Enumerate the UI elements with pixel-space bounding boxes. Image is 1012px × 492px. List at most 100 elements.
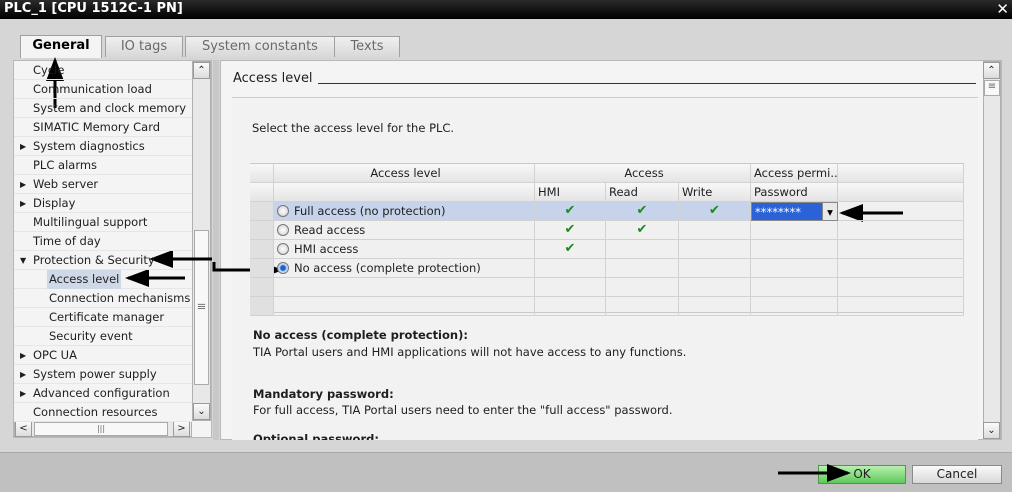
access-level-option[interactable]: Full access (no protection) (274, 202, 535, 221)
tree-item-label: System and clock memory (33, 101, 187, 115)
tree-item[interactable]: ▶ Display (14, 194, 192, 213)
checkmark-icon: ✔ (535, 202, 606, 221)
scroll-up-button[interactable]: ⌃ (193, 62, 210, 79)
password-value[interactable]: ******** (755, 205, 801, 219)
row-header[interactable] (250, 221, 274, 240)
radio-button[interactable] (277, 205, 289, 217)
checkmark-icon: ✔ (535, 221, 606, 240)
panel-scroll-up[interactable]: ⌃ (983, 62, 1000, 79)
tree-item[interactable]: SIMATIC Memory Card (14, 118, 192, 137)
horizontal-scroll-thumb[interactable]: ||| (34, 422, 168, 436)
option-label: Full access (no protection) (294, 204, 446, 218)
access-level-option[interactable]: Read access (274, 221, 535, 240)
splitter[interactable] (213, 60, 219, 440)
collapsed-arrow-icon[interactable]: ▶ (20, 384, 26, 403)
tree-item-label: Access level (47, 270, 122, 289)
collapsed-arrow-icon[interactable]: ▶ (20, 346, 26, 365)
tab-texts[interactable]: Texts (334, 36, 400, 57)
tab-io-tags[interactable]: IO tags (105, 36, 183, 57)
scroll-left-button[interactable]: < (15, 421, 32, 437)
collapsed-arrow-icon[interactable]: ▶ (20, 175, 26, 194)
tree-item[interactable]: PLC alarms (14, 156, 192, 175)
radio-button[interactable] (277, 262, 289, 274)
row-header[interactable] (250, 278, 274, 297)
scroll-down-button[interactable]: ⌄ (193, 403, 210, 420)
read-check-cell (606, 259, 679, 278)
mandatory-title: Mandatory password: (253, 387, 394, 401)
row-header[interactable] (250, 297, 274, 316)
panel-vertical-scrollbar[interactable] (983, 61, 1001, 439)
tree-item[interactable]: Certificate manager (14, 308, 192, 327)
tree-item-label: Cycle (33, 63, 65, 77)
password-cell[interactable] (751, 240, 838, 259)
tree-item-label: Advanced configuration (33, 386, 170, 400)
col-header-read: Read (606, 183, 679, 202)
tree-scroll-thumb[interactable]: ≡ (194, 230, 209, 385)
tree-item[interactable]: ▶ Web server (14, 175, 192, 194)
tree-item[interactable]: ▶ System power supply (14, 365, 192, 384)
tree-item-label: Protection & Security (33, 253, 155, 267)
tree-item[interactable]: Time of day (14, 232, 192, 251)
access-level-option[interactable]: No access (complete protection) (274, 259, 535, 278)
tree-item[interactable]: Cycle (14, 61, 192, 80)
option-label: HMI access (294, 242, 359, 256)
dropdown-arrow-icon[interactable]: ▾ (822, 203, 837, 220)
password-cell[interactable]: ******** ▾ (751, 202, 838, 221)
tree-item-label: SIMATIC Memory Card (33, 120, 161, 134)
collapsed-arrow-icon[interactable]: ▶ (20, 194, 26, 213)
tree-item[interactable]: Security event (14, 327, 192, 346)
radio-button[interactable] (277, 224, 289, 236)
row-header[interactable] (250, 259, 274, 278)
tree-item[interactable]: Multilingual support (14, 213, 192, 232)
collapsed-arrow-icon[interactable]: ▶ (20, 137, 26, 156)
row-header[interactable] (250, 240, 274, 259)
empty-cell (751, 278, 838, 297)
tab-general[interactable]: General (20, 35, 102, 58)
expanded-arrow-icon[interactable]: ▼ (20, 251, 26, 270)
password-cell[interactable] (751, 221, 838, 240)
empty-cell (838, 297, 964, 316)
tree-item[interactable]: Connection mechanisms (14, 289, 192, 308)
tree-item[interactable]: Access level (14, 270, 192, 289)
row-header[interactable] (250, 202, 274, 221)
empty-cell (606, 297, 679, 316)
write-check-cell (679, 221, 751, 240)
tree-item[interactable]: ▶ OPC UA (14, 346, 192, 365)
empty-cell (838, 202, 964, 221)
header-corner (250, 164, 274, 183)
col-header-access: Access (535, 164, 751, 183)
tab-system-constants[interactable]: System constants (185, 36, 335, 57)
panel-scroll-thumb[interactable]: ≡ (984, 80, 1000, 96)
no-access-text: TIA Portal users and HMI applications wi… (253, 345, 687, 359)
tree-item[interactable]: ▶ Advanced configuration (14, 384, 192, 403)
cancel-button[interactable]: Cancel (912, 465, 1002, 484)
access-level-option[interactable]: HMI access (274, 240, 535, 259)
option-label: No access (complete protection) (294, 261, 481, 275)
tree-item[interactable]: ▼ Protection & Security (14, 251, 192, 270)
ok-button[interactable]: OK (818, 465, 906, 484)
col-header-password: Password (751, 183, 838, 202)
collapsed-arrow-icon[interactable]: ▶ (20, 365, 26, 384)
tree-item[interactable]: Connection resources (14, 403, 192, 422)
optional-title: Optional password: (253, 432, 379, 440)
col-subheader-empty (838, 183, 964, 202)
empty-cell (679, 278, 751, 297)
tree-item[interactable]: System and clock memory (14, 99, 192, 118)
scroll-right-button[interactable]: > (173, 421, 190, 437)
tree-item-label: OPC UA (33, 348, 77, 362)
tree-item-label: System diagnostics (33, 139, 145, 153)
tree-item[interactable]: Communication load (14, 80, 192, 99)
checkmark-icon: ✔ (606, 221, 679, 240)
tree-item-label: System power supply (33, 367, 157, 381)
empty-cell (535, 278, 606, 297)
radio-button[interactable] (277, 243, 289, 255)
window-title: PLC_1 [CPU 1512C-1 PN] (0, 0, 1012, 19)
section-divider (318, 83, 976, 84)
tree-item[interactable]: ▶ System diagnostics (14, 137, 192, 156)
password-cell[interactable] (751, 259, 838, 278)
checkmark-icon: ✔ (535, 240, 606, 259)
panel-scroll-down[interactable]: ⌄ (983, 422, 1000, 439)
tree-item-label: Connection resources (33, 405, 158, 419)
empty-cell (838, 240, 964, 259)
close-icon[interactable]: ✕ (996, 0, 1009, 18)
